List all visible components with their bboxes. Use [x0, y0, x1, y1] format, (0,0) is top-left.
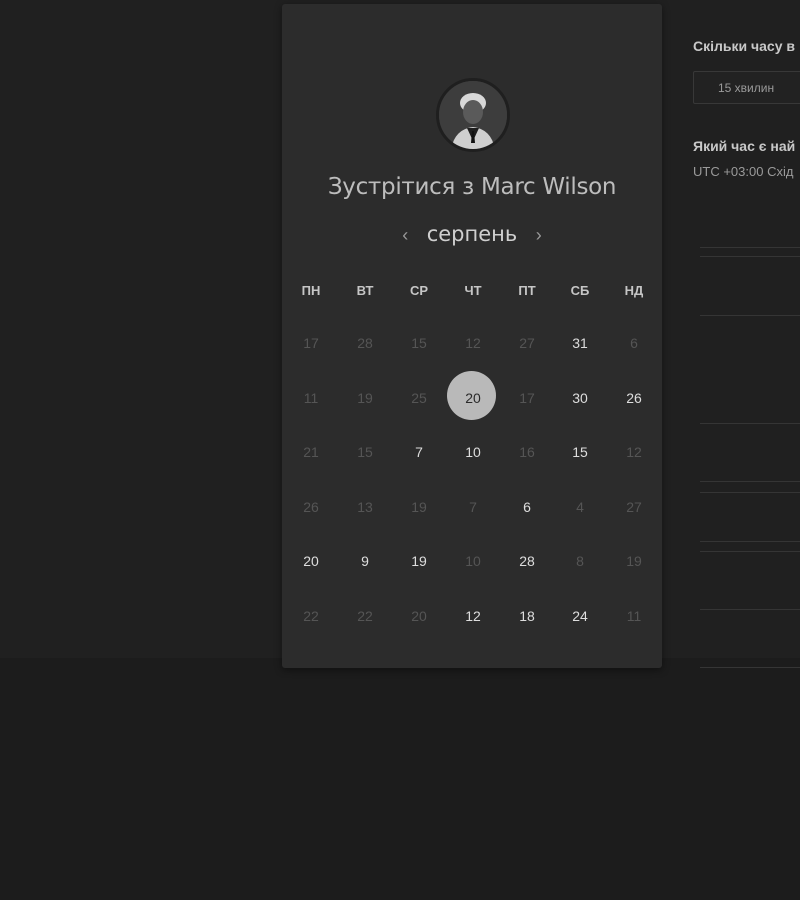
weekday-header: ВТ	[356, 283, 374, 298]
calendar-day: 22	[357, 608, 373, 624]
slot-divider	[700, 541, 800, 542]
calendar-day-selected[interactable]: 20	[446, 371, 500, 425]
booking-card: Зустрітися з Marc Wilson ‹ серпень › ПН В…	[282, 4, 662, 668]
calendar-day: 11	[303, 389, 319, 406]
slot-divider	[700, 256, 800, 257]
calendar-day: 8	[576, 553, 584, 570]
calendar-day: 26	[303, 498, 319, 515]
calendar-day: 19	[357, 389, 373, 406]
calendar-day: 4	[576, 498, 584, 515]
calendar-day: 11	[626, 608, 642, 624]
slot-divider	[700, 551, 800, 552]
details-panel: Скільки часу в 15 хвилин Який час є най …	[662, 0, 800, 668]
avatar	[436, 78, 510, 152]
calendar-day: 12	[626, 444, 642, 461]
calendar-day[interactable]: 31	[553, 316, 607, 370]
calendar-day[interactable]: 20	[284, 534, 338, 588]
calendar-day: 6	[630, 335, 638, 351]
calendar-day: 13	[357, 498, 373, 515]
calendar-day: 27	[626, 498, 642, 515]
weekday-header: СР	[409, 283, 429, 298]
calendar-day: 28	[357, 335, 373, 351]
chevron-left-icon[interactable]: ‹	[402, 225, 408, 245]
calendar-day: 27	[519, 335, 535, 351]
calendar-day[interactable]: 28	[500, 534, 554, 588]
calendar-day: 12	[465, 335, 481, 351]
slot-divider	[700, 247, 800, 248]
calendar-day: 7	[469, 498, 477, 515]
weekday-header: НД	[624, 283, 644, 298]
weekday-header: ПН	[301, 283, 321, 298]
calendar-day[interactable]: 18	[500, 589, 554, 643]
calendar-day[interactable]: 6	[500, 480, 554, 534]
calendar-day[interactable]: 30	[553, 371, 607, 425]
duration-value: 15 хвилин	[718, 81, 775, 95]
calendar-day[interactable]: 15	[553, 425, 607, 479]
host-photo	[439, 81, 507, 149]
slot-divider	[700, 492, 800, 493]
calendar-day[interactable]: 7	[392, 425, 446, 479]
calendar-day: 20	[411, 608, 427, 624]
weekday-header: ЧТ	[464, 283, 482, 298]
calendar-day[interactable]: 19	[392, 534, 446, 588]
time-question: Який час є най	[693, 138, 796, 154]
calendar-day: 10	[465, 553, 481, 570]
calendar-day: 22	[303, 608, 319, 624]
month-navigation: ‹ серпень ›	[282, 222, 662, 246]
calendar-day: 17	[519, 389, 535, 406]
weekday-header: ПТ	[518, 283, 536, 298]
calendar-day: 17	[303, 335, 319, 351]
slot-divider	[700, 423, 800, 424]
calendar-day: 15	[411, 335, 427, 351]
calendar-day: 19	[411, 498, 427, 515]
chevron-right-icon[interactable]: ›	[536, 225, 542, 245]
calendar-day[interactable]: 10	[446, 425, 500, 479]
slot-divider	[700, 315, 800, 316]
slot-divider	[700, 609, 800, 610]
slot-divider	[700, 481, 800, 482]
calendar-day[interactable]: 26	[607, 371, 661, 425]
calendar-day: 16	[519, 444, 535, 461]
weekday-header: СБ	[570, 283, 590, 298]
slot-divider	[700, 667, 800, 668]
duration-question: Скільки часу в	[693, 38, 795, 54]
calendar-day: 19	[626, 553, 642, 570]
timezone-selector[interactable]: UTC +03:00 Схід	[693, 164, 793, 179]
month-label: серпень	[426, 222, 518, 246]
calendar-day: 25	[411, 389, 427, 406]
calendar-day[interactable]: 9	[338, 534, 392, 588]
calendar-day: 15	[357, 444, 373, 461]
meeting-title: Зустрітися з Marc Wilson	[327, 174, 617, 200]
calendar-day[interactable]: 12	[446, 589, 500, 643]
calendar-day[interactable]: 24	[553, 589, 607, 643]
calendar-day: 21	[303, 444, 319, 461]
duration-option[interactable]: 15 хвилин	[693, 71, 800, 104]
